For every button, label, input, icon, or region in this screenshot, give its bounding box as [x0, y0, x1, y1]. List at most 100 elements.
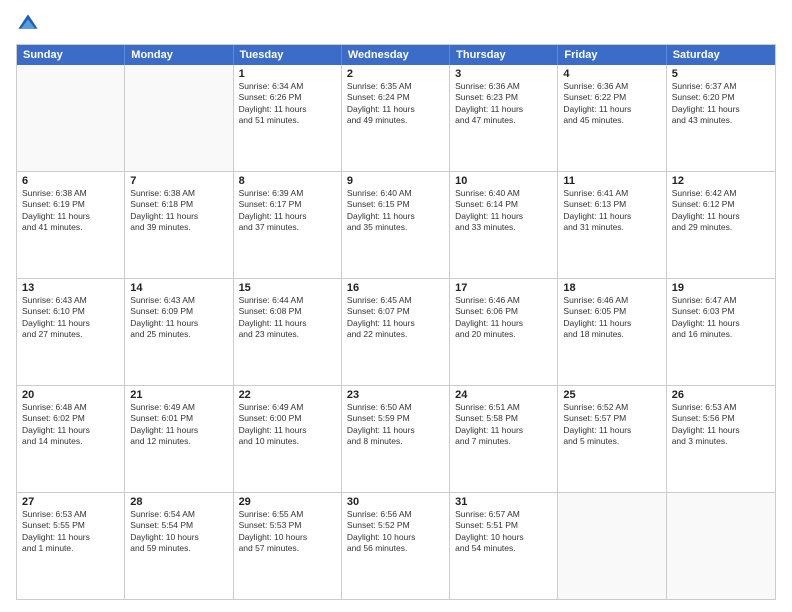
day-cell-22: 22Sunrise: 6:49 AMSunset: 6:00 PMDayligh…: [234, 386, 342, 492]
line3: Daylight: 11 hours: [347, 211, 444, 222]
line3: Daylight: 10 hours: [239, 532, 336, 543]
line2: Sunset: 5:53 PM: [239, 520, 336, 531]
line3: Daylight: 11 hours: [347, 104, 444, 115]
day-cell-7: 7Sunrise: 6:38 AMSunset: 6:18 PMDaylight…: [125, 172, 233, 278]
calendar-body: 1Sunrise: 6:34 AMSunset: 6:26 PMDaylight…: [17, 65, 775, 599]
day-number: 3: [455, 68, 552, 80]
line1: Sunrise: 6:46 AM: [563, 295, 660, 306]
line2: Sunset: 6:07 PM: [347, 306, 444, 317]
line4: and 49 minutes.: [347, 115, 444, 126]
day-number: 13: [22, 282, 119, 294]
day-number: 30: [347, 496, 444, 508]
day-number: 11: [563, 175, 660, 187]
day-cell-30: 30Sunrise: 6:56 AMSunset: 5:52 PMDayligh…: [342, 493, 450, 599]
day-cell-3: 3Sunrise: 6:36 AMSunset: 6:23 PMDaylight…: [450, 65, 558, 171]
line4: and 39 minutes.: [130, 222, 227, 233]
day-number: 12: [672, 175, 770, 187]
day-cell-2: 2Sunrise: 6:35 AMSunset: 6:24 PMDaylight…: [342, 65, 450, 171]
line3: Daylight: 11 hours: [455, 425, 552, 436]
line3: Daylight: 11 hours: [130, 211, 227, 222]
day-cell-26: 26Sunrise: 6:53 AMSunset: 5:56 PMDayligh…: [667, 386, 775, 492]
line4: and 43 minutes.: [672, 115, 770, 126]
line4: and 33 minutes.: [455, 222, 552, 233]
line4: and 54 minutes.: [455, 543, 552, 554]
line3: Daylight: 11 hours: [130, 318, 227, 329]
line3: Daylight: 11 hours: [22, 532, 119, 543]
day-cell-17: 17Sunrise: 6:46 AMSunset: 6:06 PMDayligh…: [450, 279, 558, 385]
line1: Sunrise: 6:53 AM: [672, 402, 770, 413]
line4: and 57 minutes.: [239, 543, 336, 554]
line3: Daylight: 11 hours: [347, 318, 444, 329]
line4: and 23 minutes.: [239, 329, 336, 340]
line1: Sunrise: 6:48 AM: [22, 402, 119, 413]
line3: Daylight: 11 hours: [22, 318, 119, 329]
line2: Sunset: 6:13 PM: [563, 199, 660, 210]
line2: Sunset: 5:56 PM: [672, 413, 770, 424]
line3: Daylight: 11 hours: [672, 104, 770, 115]
day-number: 17: [455, 282, 552, 294]
line2: Sunset: 6:17 PM: [239, 199, 336, 210]
line2: Sunset: 5:54 PM: [130, 520, 227, 531]
line1: Sunrise: 6:46 AM: [455, 295, 552, 306]
line1: Sunrise: 6:56 AM: [347, 509, 444, 520]
line1: Sunrise: 6:52 AM: [563, 402, 660, 413]
line4: and 51 minutes.: [239, 115, 336, 126]
line2: Sunset: 6:05 PM: [563, 306, 660, 317]
line1: Sunrise: 6:44 AM: [239, 295, 336, 306]
empty-cell: [558, 493, 666, 599]
day-number: 27: [22, 496, 119, 508]
line1: Sunrise: 6:49 AM: [130, 402, 227, 413]
day-cell-25: 25Sunrise: 6:52 AMSunset: 5:57 PMDayligh…: [558, 386, 666, 492]
line2: Sunset: 6:19 PM: [22, 199, 119, 210]
line1: Sunrise: 6:36 AM: [455, 81, 552, 92]
line1: Sunrise: 6:54 AM: [130, 509, 227, 520]
line3: Daylight: 11 hours: [455, 318, 552, 329]
line2: Sunset: 6:08 PM: [239, 306, 336, 317]
line4: and 7 minutes.: [455, 436, 552, 447]
line1: Sunrise: 6:49 AM: [239, 402, 336, 413]
line3: Daylight: 11 hours: [563, 425, 660, 436]
day-number: 28: [130, 496, 227, 508]
line2: Sunset: 5:52 PM: [347, 520, 444, 531]
day-cell-6: 6Sunrise: 6:38 AMSunset: 6:19 PMDaylight…: [17, 172, 125, 278]
calendar-week-2: 6Sunrise: 6:38 AMSunset: 6:19 PMDaylight…: [17, 171, 775, 278]
calendar-week-1: 1Sunrise: 6:34 AMSunset: 6:26 PMDaylight…: [17, 65, 775, 171]
line1: Sunrise: 6:35 AM: [347, 81, 444, 92]
line3: Daylight: 11 hours: [563, 104, 660, 115]
line4: and 37 minutes.: [239, 222, 336, 233]
day-cell-11: 11Sunrise: 6:41 AMSunset: 6:13 PMDayligh…: [558, 172, 666, 278]
day-number: 18: [563, 282, 660, 294]
empty-cell: [17, 65, 125, 171]
line4: and 25 minutes.: [130, 329, 227, 340]
line2: Sunset: 6:06 PM: [455, 306, 552, 317]
day-cell-5: 5Sunrise: 6:37 AMSunset: 6:20 PMDaylight…: [667, 65, 775, 171]
line2: Sunset: 6:18 PM: [130, 199, 227, 210]
line4: and 45 minutes.: [563, 115, 660, 126]
day-cell-21: 21Sunrise: 6:49 AMSunset: 6:01 PMDayligh…: [125, 386, 233, 492]
line1: Sunrise: 6:55 AM: [239, 509, 336, 520]
line4: and 56 minutes.: [347, 543, 444, 554]
line3: Daylight: 11 hours: [239, 318, 336, 329]
day-number: 20: [22, 389, 119, 401]
line4: and 31 minutes.: [563, 222, 660, 233]
day-header-sunday: Sunday: [17, 45, 125, 65]
day-number: 1: [239, 68, 336, 80]
line1: Sunrise: 6:47 AM: [672, 295, 770, 306]
line3: Daylight: 10 hours: [455, 532, 552, 543]
line3: Daylight: 11 hours: [347, 425, 444, 436]
line4: and 22 minutes.: [347, 329, 444, 340]
line4: and 27 minutes.: [22, 329, 119, 340]
day-cell-16: 16Sunrise: 6:45 AMSunset: 6:07 PMDayligh…: [342, 279, 450, 385]
day-number: 8: [239, 175, 336, 187]
line1: Sunrise: 6:42 AM: [672, 188, 770, 199]
day-number: 16: [347, 282, 444, 294]
day-number: 15: [239, 282, 336, 294]
line4: and 41 minutes.: [22, 222, 119, 233]
line4: and 5 minutes.: [563, 436, 660, 447]
day-cell-10: 10Sunrise: 6:40 AMSunset: 6:14 PMDayligh…: [450, 172, 558, 278]
line1: Sunrise: 6:38 AM: [130, 188, 227, 199]
line4: and 14 minutes.: [22, 436, 119, 447]
line2: Sunset: 6:09 PM: [130, 306, 227, 317]
day-number: 7: [130, 175, 227, 187]
day-number: 2: [347, 68, 444, 80]
